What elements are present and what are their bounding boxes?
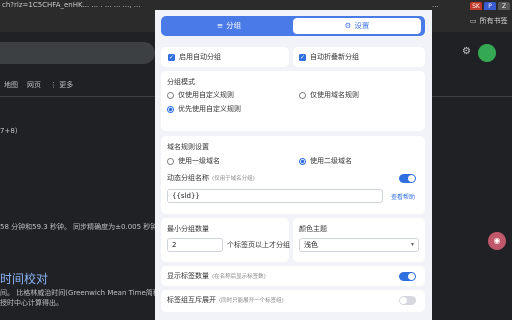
radio-label: 仅使用自定义规则	[178, 91, 234, 99]
auto-collapse-card: ✓ 自动折叠新分组	[293, 47, 425, 67]
divider	[432, 96, 512, 97]
radio-custom-only[interactable]: 仅使用自定义规则	[167, 90, 234, 100]
show-count-hint: (在名称后显示标签数)	[212, 274, 266, 280]
radio-label: 使用一级域名	[178, 157, 220, 165]
radio-selected-icon	[167, 105, 174, 113]
folder-icon: ▭	[470, 17, 477, 25]
min-group-title: 最小分组数量	[167, 225, 209, 233]
dynamic-name-row: 动态分组名称 (仅用于域名分组)	[167, 173, 255, 183]
group-mode-card: 分组模式 仅使用自定义规则 仅使用域名规则 优先使用自定义规则	[161, 71, 425, 131]
accordion-row: 标签组互斥展开 (同时只能展开一个标签组)	[167, 295, 284, 305]
radio-label: 仅使用域名规则	[310, 91, 359, 99]
avatar[interactable]	[478, 44, 496, 62]
result-snippet: 授时中心计算得出。	[0, 299, 63, 307]
radio-icon	[299, 91, 306, 99]
result-snippet: 7+8)	[0, 127, 18, 135]
tab-more[interactable]: ⋮ 更多	[50, 80, 73, 92]
show-count-row: 显示标签数量 (在名称后显示标签数)	[167, 271, 266, 281]
extension-popup: ≡ 分组 ⚙ 设置 ✓ 启用自动分组 ✓ 自动折叠新分组 分组模式 仅使用自定义规则…	[155, 10, 432, 320]
extension-icon-p[interactable]: P	[484, 2, 496, 10]
radio-second-level-domain[interactable]: 使用二级域名	[299, 156, 352, 166]
gear-icon[interactable]: ⚙	[462, 46, 474, 58]
browser-toolbar: ch?rlz=1C5CHFA_enHK... ... . ... ... ...…	[0, 0, 512, 10]
group-mode-title: 分组模式	[167, 78, 195, 86]
domain-rule-title: 域名规则设置	[167, 143, 209, 151]
min-group-suffix: 个标签页以上才分组	[227, 241, 290, 249]
result-snippet: 58 分钟和59.3 秒钟。 同步精确度为±0.005 秒钟。	[0, 223, 155, 231]
dynamic-name-title: 动态分组名称	[167, 174, 209, 182]
radio-custom-first[interactable]: 优先使用自定义规则	[167, 104, 241, 114]
domain-rule-card: 域名规则设置 使用一级域名 使用二级域名 动态分组名称 (仅用于域名分组) {{…	[161, 136, 425, 214]
auto-group-label: 启用自动分组	[179, 53, 221, 61]
accordion-toggle[interactable]	[399, 296, 416, 305]
page-search-box[interactable]	[0, 42, 155, 64]
tab-settings[interactable]: ⚙ 设置	[293, 18, 421, 34]
tab-maps[interactable]: 地图	[4, 80, 18, 92]
radio-label: 优先使用自定义规则	[178, 105, 241, 113]
color-theme-title: 颜色主题	[299, 225, 327, 233]
show-count-card: 显示标签数量 (在名称后显示标签数)	[161, 266, 425, 286]
color-theme-select[interactable]: 浅色 ▾	[299, 238, 419, 252]
radio-selected-icon	[299, 157, 306, 165]
help-link[interactable]: 查看帮助	[391, 192, 415, 201]
tab-group[interactable]: ≡ 分组	[165, 18, 293, 34]
chevron-down-icon: ▾	[410, 241, 414, 248]
all-bookmarks[interactable]: ▭ 所有书签	[470, 10, 512, 32]
all-bookmarks-label: 所有书签	[479, 17, 508, 25]
extension-icon-sk[interactable]: SK	[470, 2, 482, 10]
popup-tab-bar: ≡ 分组 ⚙ 设置	[161, 16, 425, 36]
address-bar-text[interactable]: ch?rlz=1C5CHFA_enHK... ... . ... ... ...…	[0, 0, 150, 10]
show-count-toggle[interactable]	[399, 272, 416, 281]
auto-collapse-label: 自动折叠新分组	[310, 53, 359, 61]
show-count-title: 显示标签数量	[167, 272, 209, 280]
dynamic-name-toggle[interactable]	[399, 174, 416, 183]
divider	[0, 96, 155, 97]
tab-settings-label: 设置	[354, 21, 370, 30]
dynamic-name-input[interactable]: {{sld}}	[167, 189, 383, 203]
checkmark-icon: ✓	[168, 53, 175, 61]
min-group-input[interactable]: 2	[167, 238, 223, 252]
tab-group-label: 分组	[226, 21, 242, 30]
auto-group-card: ✓ 启用自动分组	[161, 47, 289, 67]
result-snippet: 间。 比格林威治时间(Greenwich Mean Time简称	[0, 289, 155, 297]
checkmark-icon: ✓	[299, 53, 306, 61]
accordion-card: 标签组互斥展开 (同时只能展开一个标签组)	[161, 290, 425, 312]
min-group-card: 最小分组数量 2 个标签页以上才分组	[161, 218, 290, 262]
radio-icon	[167, 157, 174, 165]
extension-icon-z[interactable]: Z	[498, 2, 510, 10]
color-theme-value: 浅色	[304, 241, 318, 249]
list-icon: ≡	[216, 21, 224, 30]
radio-first-level-domain[interactable]: 使用一级域名	[167, 156, 220, 166]
accordion-hint: (同时只能展开一个标签组)	[219, 298, 284, 304]
dynamic-name-hint: (仅用于域名分组)	[212, 176, 255, 182]
result-snippet-tail	[432, 288, 512, 298]
gear-icon: ⚙	[344, 21, 352, 30]
accordion-title: 标签组互斥展开	[167, 296, 216, 304]
auto-collapse-checkbox[interactable]: ✓ 自动折叠新分组	[299, 52, 359, 62]
result-heading[interactable]: 时间校对	[0, 270, 60, 286]
auto-group-checkbox[interactable]: ✓ 启用自动分组	[168, 52, 221, 62]
radio-label: 使用二级域名	[310, 157, 352, 165]
color-theme-card: 颜色主题 浅色 ▾	[293, 218, 425, 262]
side-action-icon[interactable]: ◉	[488, 232, 506, 250]
search-tabs: 地图 网页 ⋮ 更多	[4, 80, 154, 92]
radio-domain-only[interactable]: 仅使用域名规则	[299, 90, 359, 100]
radio-icon	[167, 91, 174, 99]
tab-web[interactable]: 网页	[27, 80, 41, 92]
